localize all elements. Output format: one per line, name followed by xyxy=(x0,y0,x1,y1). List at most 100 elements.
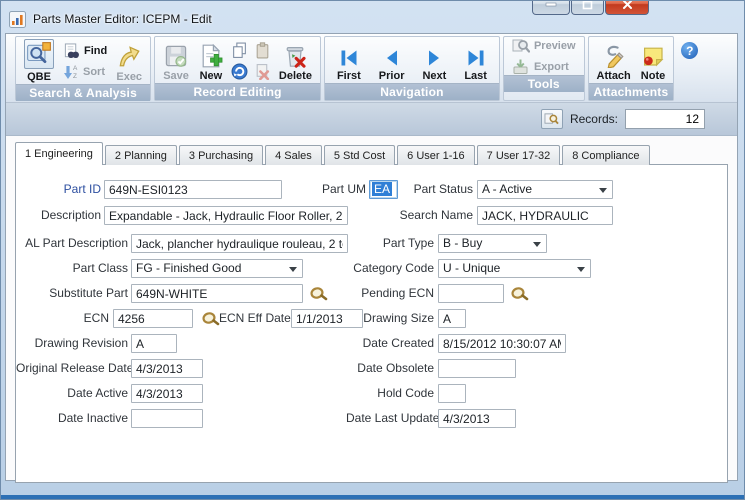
al-part-description-label: AL Part Description xyxy=(16,234,128,253)
tab-std-cost[interactable]: 5 Std Cost xyxy=(324,145,395,165)
tab-purchasing[interactable]: 3 Purchasing xyxy=(179,145,263,165)
export-button[interactable]: Export xyxy=(512,58,576,75)
sort-icon: A Z xyxy=(63,64,79,80)
ecn-field[interactable] xyxy=(113,309,193,328)
hold-code-field[interactable] xyxy=(438,384,466,403)
find-icon xyxy=(63,43,80,60)
substitute-part-lookup-icon[interactable] xyxy=(309,285,328,302)
attach-label: Attach xyxy=(597,70,631,82)
date-obsolete-field[interactable] xyxy=(438,359,516,378)
note-button[interactable]: Note xyxy=(637,38,669,83)
attach-icon xyxy=(602,44,626,68)
tab-bar: 1 Engineering 2 Planning 3 Purchasing 4 … xyxy=(15,142,728,165)
delete-icon xyxy=(283,44,307,68)
records-band: Records: xyxy=(6,103,737,136)
new-button[interactable]: New xyxy=(195,38,227,83)
drawing-size-field[interactable] xyxy=(438,309,466,328)
qbe-button[interactable]: QBE xyxy=(20,38,58,84)
toolbar: QBE Find xyxy=(6,34,737,103)
last-button[interactable]: Last xyxy=(456,38,495,83)
exec-button[interactable]: Exec xyxy=(112,38,146,84)
category-code-value: U - Unique xyxy=(443,261,500,275)
sort-label: Sort xyxy=(83,66,105,78)
app-icon xyxy=(9,11,26,28)
description-label: Description xyxy=(26,206,101,225)
preview-button[interactable]: Preview xyxy=(512,37,576,54)
minimize-button[interactable] xyxy=(532,0,570,15)
record-search-button[interactable] xyxy=(541,109,563,129)
ecn-lookup-icon[interactable] xyxy=(201,310,220,327)
group-caption-record-editing: Record Editing xyxy=(155,83,320,100)
category-code-label: Category Code xyxy=(346,259,434,278)
pending-ecn-lookup-icon[interactable] xyxy=(510,285,529,302)
prior-button[interactable]: Prior xyxy=(371,38,413,83)
tab-user-17-32[interactable]: 7 User 17-32 xyxy=(477,145,561,165)
exec-icon xyxy=(116,43,142,69)
window-title: Parts Master Editor: ICEPM - Edit xyxy=(33,12,212,26)
part-id-field[interactable] xyxy=(104,180,282,199)
tab-compliance[interactable]: 8 Compliance xyxy=(562,145,649,165)
new-record-icon xyxy=(199,44,223,68)
cancel-edit-icon[interactable] xyxy=(254,63,271,80)
first-label: First xyxy=(337,70,361,82)
toolbar-group-navigation: First Prior Next xyxy=(324,36,500,101)
prior-label: Prior xyxy=(379,70,405,82)
svg-text:A: A xyxy=(73,65,78,72)
record-search-icon xyxy=(544,112,559,126)
part-class-value: FG - Finished Good xyxy=(136,261,241,275)
tab-sales[interactable]: 4 Sales xyxy=(265,145,322,165)
close-button[interactable] xyxy=(605,0,649,15)
part-class-dropdown[interactable]: FG - Finished Good xyxy=(131,259,303,278)
note-icon xyxy=(641,44,665,68)
part-type-dropdown[interactable]: B - Buy xyxy=(438,234,547,253)
part-id-label: Part ID xyxy=(26,180,101,199)
original-release-date-field[interactable] xyxy=(131,359,203,378)
date-last-update-field[interactable] xyxy=(438,409,516,428)
date-obsolete-label: Date Obsolete xyxy=(346,359,434,378)
date-created-field[interactable] xyxy=(438,334,566,353)
tab-engineering[interactable]: 1 Engineering xyxy=(15,142,103,165)
description-field[interactable] xyxy=(104,206,348,225)
date-active-field[interactable] xyxy=(131,384,203,403)
paste-cancel-stack xyxy=(252,38,273,83)
tab-user-1-16[interactable]: 6 User 1-16 xyxy=(397,145,474,165)
save-label: Save xyxy=(163,70,189,82)
drawing-revision-field[interactable] xyxy=(131,334,177,353)
qbe-icon xyxy=(24,39,54,69)
next-button[interactable]: Next xyxy=(414,38,454,83)
note-label: Note xyxy=(641,70,665,82)
part-type-label: Part Type xyxy=(346,234,434,253)
pending-ecn-label: Pending ECN xyxy=(346,284,434,303)
copy-refresh-stack xyxy=(229,38,250,83)
sort-button[interactable]: A Z Sort xyxy=(63,64,107,80)
part-status-dropdown[interactable]: A - Active xyxy=(477,180,613,199)
part-class-label: Part Class xyxy=(16,259,128,278)
pending-ecn-field[interactable] xyxy=(438,284,504,303)
maximize-button[interactable] xyxy=(571,0,604,15)
refresh-icon[interactable] xyxy=(231,63,248,80)
records-label: Records: xyxy=(570,112,618,126)
substitute-part-field[interactable] xyxy=(131,284,303,303)
ecn-label: ECN xyxy=(16,309,109,328)
category-code-dropdown[interactable]: U - Unique xyxy=(438,259,591,278)
attach-button[interactable]: Attach xyxy=(593,38,635,83)
preview-label: Preview xyxy=(534,40,576,52)
copy-icon[interactable] xyxy=(231,42,248,59)
date-inactive-field[interactable] xyxy=(131,409,203,428)
part-status-value: A - Active xyxy=(482,182,532,196)
first-button[interactable]: First xyxy=(329,38,369,83)
al-part-description-field[interactable] xyxy=(131,234,348,253)
toolbar-group-search-analysis: QBE Find xyxy=(15,36,151,101)
group-caption-tools: Tools xyxy=(504,75,584,92)
part-um-label: Part UM xyxy=(297,180,366,199)
delete-button[interactable]: Delete xyxy=(275,38,316,83)
save-button[interactable]: Save xyxy=(159,38,193,83)
records-count-field[interactable] xyxy=(625,109,705,129)
group-caption-attachments: Attachments xyxy=(589,83,674,100)
find-button[interactable]: Find xyxy=(63,43,107,60)
search-name-field[interactable] xyxy=(477,206,613,225)
tab-planning[interactable]: 2 Planning xyxy=(105,145,177,165)
prior-record-icon xyxy=(382,48,402,68)
paste-icon[interactable] xyxy=(254,42,271,59)
help-icon[interactable]: ? xyxy=(681,42,698,59)
